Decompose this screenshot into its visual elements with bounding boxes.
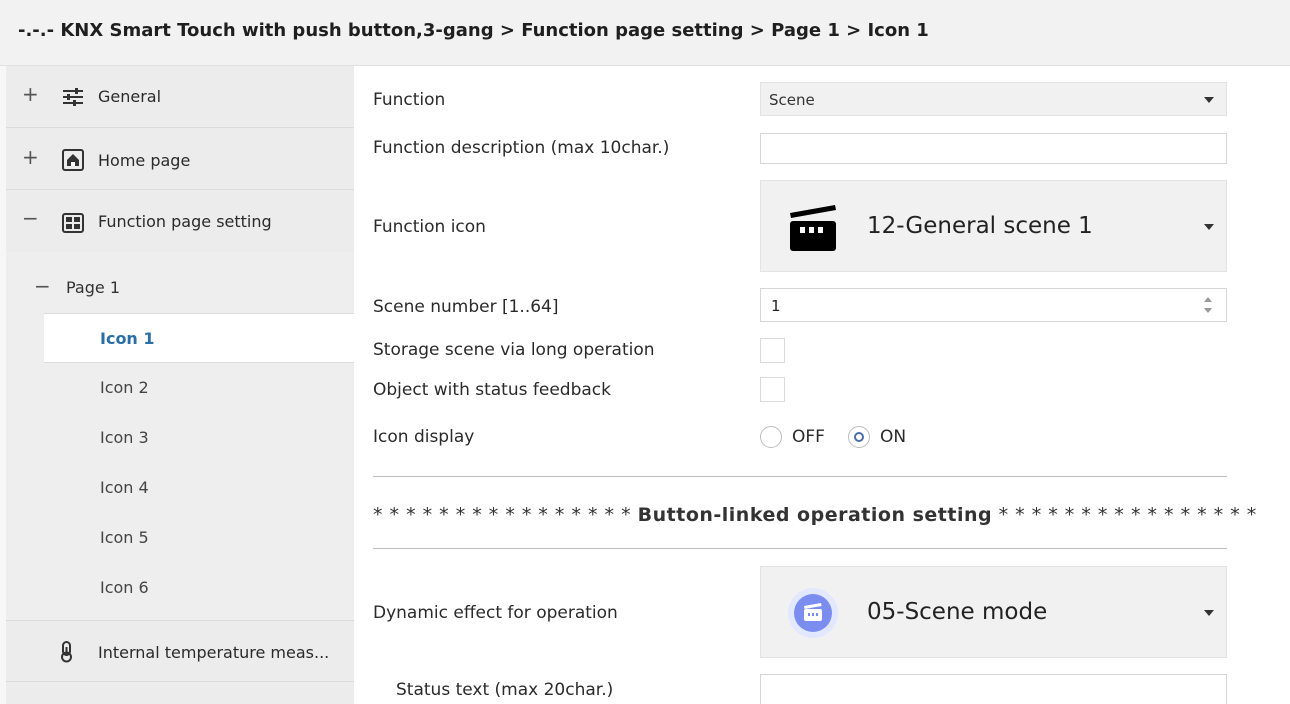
scene-number-value: 1 (771, 297, 781, 315)
collapse-toggle[interactable]: − (34, 274, 51, 298)
sidebar-item-icon-2[interactable]: Icon 2 (6, 363, 354, 413)
function-icon-value: 12-General scene 1 (867, 213, 1093, 239)
chevron-down-icon (1204, 97, 1214, 103)
scene-number-stepper[interactable]: 1 (760, 288, 1227, 322)
clapperboard-icon (787, 199, 839, 255)
expand-toggle[interactable]: + (22, 145, 39, 169)
icon-display-label: Icon display (373, 427, 475, 447)
sidebar-item-icon-3[interactable]: Icon 3 (6, 413, 354, 463)
scene-mode-icon (787, 587, 839, 639)
sidebar-item-label: Home page (98, 151, 191, 170)
sidebar-item-icon-6[interactable]: Icon 6 (6, 563, 354, 613)
sliders-icon (62, 86, 84, 108)
stepper-down-icon[interactable] (1204, 308, 1212, 313)
sidebar-item-page-1[interactable]: − Page 1 (6, 263, 354, 313)
sidebar-item-label: General (98, 87, 162, 106)
title-bar: -.-.- KNX Smart Touch with push button,3… (0, 0, 1290, 66)
scene-number-label: Scene number [1..64] (373, 297, 559, 317)
sidebar-item-label: Page 1 (66, 278, 120, 297)
dynamic-effect-value: 05-Scene mode (867, 599, 1048, 625)
sidebar-item-label: Icon 4 (100, 478, 149, 497)
dynamic-effect-select[interactable]: 05-Scene mode (760, 566, 1227, 658)
status-text-field[interactable] (760, 674, 1227, 704)
home-icon (62, 149, 84, 171)
status-feedback-label: Object with status feedback (373, 380, 611, 400)
settings-panel: Function Scene Function description (max… (354, 66, 1290, 704)
icon-display-on-label: ON (880, 427, 907, 447)
breadcrumb: -.-.- KNX Smart Touch with push button,3… (18, 20, 929, 41)
sidebar-item-function-page-setting[interactable]: − Function page setting (6, 190, 354, 252)
icon-display-off-label: OFF (792, 427, 825, 447)
sidebar: + General + Home page − Function page se… (0, 66, 360, 704)
sidebar-item-label: Icon 1 (100, 329, 155, 348)
stepper-up-icon[interactable] (1204, 297, 1212, 302)
section-stars-left: * * * * * * * * * * * * * * * * (373, 504, 632, 526)
chevron-down-icon (1204, 610, 1214, 616)
sidebar-item-label: Function page setting (98, 212, 272, 231)
sidebar-item-label: Icon 6 (100, 578, 149, 597)
function-select[interactable]: Scene (760, 82, 1227, 116)
sidebar-item-internal-temperature[interactable]: Internal temperature meas... (6, 620, 354, 682)
status-feedback-checkbox[interactable] (760, 377, 785, 402)
function-value: Scene (769, 91, 815, 109)
section-heading: * * * * * * * * * * * * * * * * Button-l… (373, 504, 1257, 526)
function-icon-select[interactable]: 12-General scene 1 (760, 180, 1227, 272)
description-label: Function description (max 10char.) (373, 138, 670, 158)
divider (373, 548, 1227, 549)
sidebar-item-icon-5[interactable]: Icon 5 (6, 513, 354, 563)
section-stars-right: * * * * * * * * * * * * * * * * (998, 504, 1257, 526)
function-label: Function (373, 90, 446, 110)
sidebar-item-general[interactable]: + General (6, 66, 354, 128)
description-field[interactable] (760, 133, 1227, 164)
sidebar-item-label: Internal temperature meas... (98, 643, 330, 662)
sidebar-item-partial[interactable] (6, 682, 354, 704)
collapse-toggle[interactable]: − (22, 206, 39, 230)
section-title: Button-linked operation setting (637, 504, 993, 526)
sidebar-item-icon-4[interactable]: Icon 4 (6, 463, 354, 513)
storage-scene-label: Storage scene via long operation (373, 340, 655, 360)
function-icon-label: Function icon (373, 217, 486, 237)
grid-icon (62, 212, 84, 234)
storage-scene-checkbox[interactable] (760, 338, 785, 363)
thermometer-icon (56, 641, 78, 663)
icon-display-on-radio[interactable] (848, 426, 870, 448)
sidebar-item-label: Icon 3 (100, 428, 149, 447)
sidebar-item-label: Icon 2 (100, 378, 149, 397)
status-text-label: Status text (max 20char.) (396, 680, 614, 700)
sidebar-item-home-page[interactable]: + Home page (6, 128, 354, 190)
icon-display-off-radio[interactable] (760, 426, 782, 448)
divider (373, 476, 1227, 477)
chevron-down-icon (1204, 224, 1214, 230)
dynamic-effect-label: Dynamic effect for operation (373, 603, 618, 623)
expand-toggle[interactable]: + (22, 82, 39, 106)
sidebar-item-icon-1[interactable]: Icon 1 (44, 313, 360, 363)
sidebar-item-label: Icon 5 (100, 528, 149, 547)
